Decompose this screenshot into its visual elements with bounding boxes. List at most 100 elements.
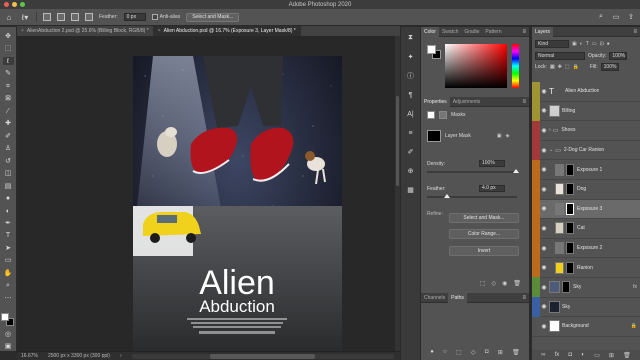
filter-shape-icon[interactable]: ▭ — [592, 41, 597, 47]
layer-row[interactable]: ◉ Background 🔒 — [532, 317, 640, 337]
brush-settings-icon[interactable]: ✐ — [406, 147, 416, 157]
info-panel-icon[interactable]: ⓘ — [406, 71, 416, 81]
density-input[interactable]: 100% — [479, 160, 505, 167]
visibility-eye-icon[interactable]: ◉ — [540, 199, 548, 218]
tab-patterns[interactable]: Pattern — [482, 27, 504, 37]
type-tool-icon[interactable]: T — [3, 232, 14, 240]
fill-path-icon[interactable]: ● — [430, 349, 434, 356]
lock-artboard-icon[interactable]: ⬚ — [565, 64, 570, 70]
filter-kind-select[interactable]: Kind — [535, 40, 569, 48]
feather-slider[interactable] — [427, 194, 517, 198]
new-path-icon[interactable]: ⊞ — [498, 349, 503, 356]
chevron-right-icon[interactable]: › — [549, 127, 551, 133]
status-menu-icon[interactable]: › — [120, 353, 122, 359]
density-slider[interactable] — [427, 169, 519, 173]
filter-adjust-icon[interactable]: ◐ — [580, 41, 583, 47]
history-brush-icon[interactable]: ↺ — [3, 157, 14, 165]
select-pixels-icon[interactable]: ▣ — [497, 133, 502, 139]
feather-input[interactable]: 0 px — [123, 13, 146, 21]
pen-tool-icon[interactable]: ✒ — [3, 219, 14, 227]
close-tab-icon[interactable]: × — [21, 26, 24, 36]
foreground-color-swatch[interactable] — [1, 312, 9, 321]
visibility-eye-icon[interactable]: ◉ — [540, 82, 548, 101]
layer-mask-thumbnail[interactable] — [562, 281, 570, 294]
hand-tool-icon[interactable]: ✋ — [3, 269, 14, 277]
quick-mask-icon[interactable]: ◎ — [3, 330, 14, 338]
eraser-tool-icon[interactable]: ◫ — [3, 169, 14, 177]
new-group-icon[interactable]: ▭ — [594, 352, 600, 359]
layer-group-row[interactable]: ◉ ⌄ ▭ 2-Dog Car Ranion — [532, 140, 640, 161]
visibility-eye-icon[interactable]: ◉ — [540, 258, 548, 277]
color-range-button[interactable]: Color Range... — [449, 229, 519, 239]
lock-position-icon[interactable]: ✥ — [558, 64, 562, 70]
zoom-level[interactable]: 16.67% — [21, 353, 38, 359]
subtract-selection-button[interactable] — [71, 13, 79, 21]
layer-mask-thumbnail[interactable] — [566, 222, 574, 235]
stroke-path-icon[interactable]: ○ — [443, 349, 447, 356]
styles-panel-icon[interactable]: ▦ — [406, 185, 416, 195]
move-tool-icon[interactable]: ✥ — [3, 32, 14, 40]
healing-brush-icon[interactable]: ✚ — [3, 119, 14, 127]
frame-tool-icon[interactable]: ⊠ — [3, 94, 14, 102]
close-tab-icon[interactable]: × — [158, 26, 161, 36]
visibility-eye-icon[interactable]: ◉ — [540, 101, 548, 120]
filter-toggle-icon[interactable]: ● — [607, 41, 610, 47]
more-tools-icon[interactable]: ⋯ — [3, 294, 14, 302]
vector-mask-add-icon[interactable]: ◈ — [506, 133, 510, 139]
layer-row[interactable]: ◉ Exposure 2 — [532, 238, 640, 259]
workspace-icon[interactable]: ▭ — [611, 12, 621, 22]
intersect-selection-button[interactable] — [85, 13, 93, 21]
make-work-path-icon[interactable]: ◇ — [471, 349, 476, 356]
apply-mask-icon[interactable]: ◇ — [492, 280, 497, 287]
blend-mode-select[interactable]: Normal — [535, 52, 585, 60]
path-select-icon[interactable]: ➤ — [3, 244, 14, 252]
layer-row[interactable]: ◉ Exposure 1 — [532, 159, 640, 180]
layer-mask-thumbnail[interactable] — [566, 183, 574, 196]
doc-tab-1[interactable]: × AlienAbduction 2.psd @ 25.6% (Billing … — [17, 26, 154, 36]
tab-paths[interactable]: Paths — [448, 292, 467, 303]
layer-mask-thumbnail[interactable] — [566, 261, 574, 274]
scrollbar-thumb[interactable] — [210, 353, 316, 359]
doc-tab-2[interactable]: × Alien Abduction.psd @ 16.7% (Exposure … — [153, 26, 301, 36]
horizontal-scrollbar[interactable] — [131, 353, 394, 359]
add-mask-icon[interactable]: ◘ — [568, 352, 572, 358]
shape-tool-icon[interactable]: ▭ — [3, 257, 14, 265]
new-layer-icon[interactable]: ⊞ — [609, 352, 614, 359]
layer-mask-thumbnail[interactable] — [566, 202, 574, 215]
delete-layer-icon[interactable]: 🗑 — [623, 352, 631, 359]
opacity-input[interactable]: 100% — [609, 52, 628, 60]
tab-properties[interactable]: Properties — [421, 96, 450, 107]
adjust-panel-icon[interactable]: ¶ — [406, 90, 416, 100]
pixel-mask-icon[interactable] — [427, 111, 435, 119]
clone-stamp-icon[interactable]: ♙ — [3, 144, 14, 152]
tab-channels[interactable]: Channels — [421, 293, 448, 303]
density-slider-knob[interactable] — [513, 169, 519, 173]
lasso-tool-icon[interactable]: ℓ — [2, 56, 14, 66]
vector-mask-icon[interactable] — [439, 111, 447, 119]
layer-row[interactable]: ◉ Dog — [532, 179, 640, 200]
layer-row[interactable]: ◉ Sky — [532, 297, 640, 318]
layer-row[interactable]: ◉ Ranion — [532, 257, 640, 278]
color-swatches[interactable] — [1, 312, 15, 326]
crop-tool-icon[interactable]: ⌗ — [3, 82, 14, 90]
chevron-down-icon[interactable]: ⌄ — [549, 147, 553, 153]
tab-swatches[interactable]: Swatch — [439, 27, 461, 37]
gradient-tool-icon[interactable]: ▤ — [3, 182, 14, 190]
visibility-eye-icon[interactable]: ◉ — [540, 297, 548, 316]
history-panel-icon[interactable]: ⧗ — [406, 33, 416, 43]
add-style-icon[interactable]: fx — [555, 352, 560, 358]
poster-artwork[interactable]: Alien Abduction — [133, 56, 342, 352]
visibility-eye-icon[interactable]: ◉ — [540, 141, 548, 160]
paragraph-panel-icon[interactable]: ≡ — [406, 128, 416, 138]
visibility-eye-icon[interactable]: ◉ — [540, 239, 548, 258]
color-panel-foreground[interactable] — [427, 45, 436, 54]
feather-slider-knob[interactable] — [444, 194, 450, 198]
tab-layers[interactable]: Layers — [532, 26, 554, 37]
brush-tool-icon[interactable]: ✐ — [3, 132, 14, 140]
share-icon[interactable]: ⇪ — [626, 12, 636, 22]
search-icon[interactable]: ⌕ — [596, 12, 606, 22]
panel-menu-icon[interactable]: ≡ — [522, 27, 526, 37]
layer-row[interactable]: ◉ Cat — [532, 218, 640, 239]
visibility-eye-icon[interactable]: ◉ — [540, 219, 548, 238]
home-icon[interactable]: ⌂ — [4, 12, 14, 22]
